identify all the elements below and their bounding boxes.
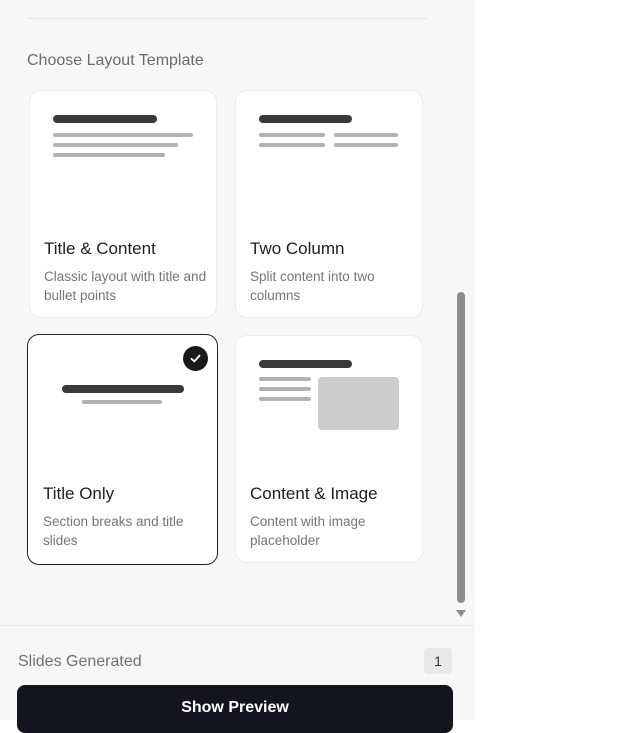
- slides-generated-label: Slides Generated: [18, 653, 142, 670]
- template-thumbnail: [236, 91, 422, 236]
- layout-panel: Choose Layout Template Title & Content C…: [0, 0, 474, 733]
- template-thumbnail: [28, 335, 217, 480]
- section-title: Choose Layout Template: [27, 52, 204, 69]
- template-description: Split content into two columns: [250, 269, 375, 303]
- template-title: Content & Image: [250, 484, 378, 503]
- template-description: Content with image placeholder: [250, 514, 366, 548]
- template-card-content-image[interactable]: Content & Image Content with image place…: [235, 335, 423, 563]
- image-placeholder: [318, 377, 399, 430]
- footer-divider: [0, 625, 474, 626]
- template-thumbnail: [236, 336, 422, 481]
- template-card-two-column[interactable]: Two Column Split content into two column…: [235, 90, 423, 318]
- scrollbar-thumb[interactable]: [457, 292, 465, 603]
- slides-count-badge: 1: [424, 648, 452, 674]
- template-title: Two Column: [250, 239, 345, 258]
- template-description: Section breaks and title slides: [43, 514, 184, 548]
- show-preview-button[interactable]: Show Preview: [17, 685, 453, 733]
- template-card-title-only[interactable]: Title Only Section breaks and title slid…: [27, 334, 218, 565]
- scrollbar[interactable]: [455, 290, 467, 620]
- template-title: Title Only: [43, 484, 115, 503]
- template-description: Classic layout with title and bullet poi…: [44, 269, 207, 303]
- template-thumbnail: [30, 91, 216, 236]
- scroll-down-arrow-icon[interactable]: [456, 610, 466, 617]
- template-card-title-content[interactable]: Title & Content Classic layout with titl…: [29, 90, 217, 318]
- divider: [28, 18, 427, 19]
- template-title: Title & Content: [44, 239, 156, 258]
